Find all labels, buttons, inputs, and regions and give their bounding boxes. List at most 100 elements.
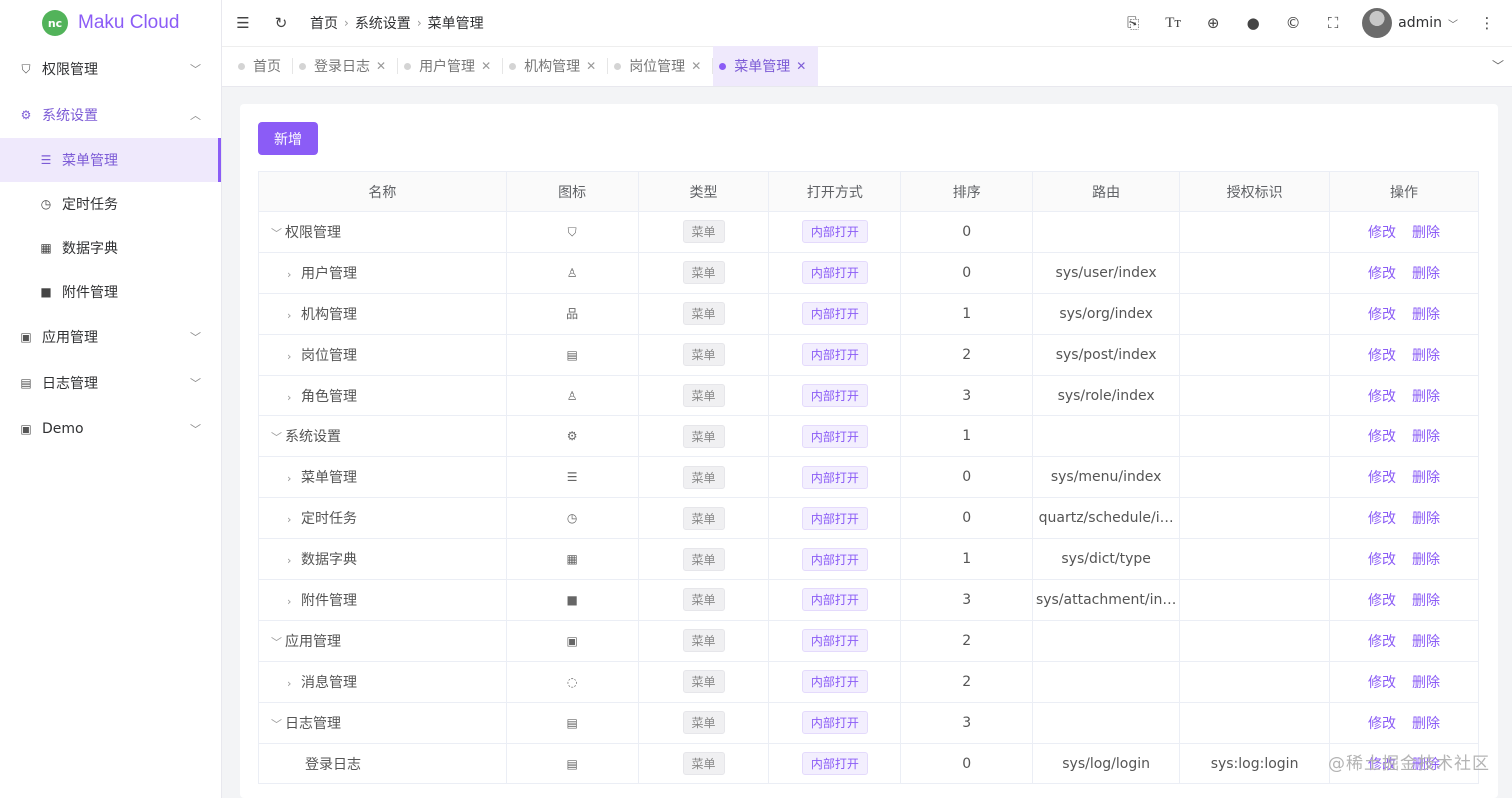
github-icon[interactable]: ● bbox=[1242, 12, 1264, 34]
sidebar-item-demo[interactable]: ▣ Demo ﹀ bbox=[0, 406, 221, 452]
tab-dot-icon bbox=[238, 62, 245, 70]
delete-link[interactable]: 删除 bbox=[1412, 429, 1440, 445]
log-icon: ▤ bbox=[566, 715, 578, 730]
delete-link[interactable]: 删除 bbox=[1412, 348, 1440, 364]
chevron-down-icon[interactable]: ﹀ bbox=[271, 716, 285, 732]
close-icon[interactable]: ✕ bbox=[691, 59, 701, 73]
edit-link[interactable]: 修改 bbox=[1368, 307, 1396, 323]
edit-link[interactable]: 修改 bbox=[1368, 593, 1396, 609]
edit-link[interactable]: 修改 bbox=[1368, 266, 1396, 282]
cell-permission bbox=[1179, 456, 1331, 499]
type-tag: 菜单 bbox=[682, 506, 725, 530]
tab-bar: 首页 登录日志 ✕ 用户管理 ✕ 机构管理 ✕ 岗位管理 ✕ 菜单管理 ✕ ﹀ bbox=[222, 46, 1512, 87]
chevron-right-icon[interactable]: › bbox=[287, 268, 301, 281]
globe-icon[interactable]: ⊕ bbox=[1202, 12, 1224, 34]
delete-link[interactable]: 删除 bbox=[1412, 470, 1440, 486]
menu-name: 应用管理 bbox=[285, 633, 341, 650]
cell-icon: ■ bbox=[505, 579, 639, 621]
open-mode-tag: 内部打开 bbox=[801, 506, 868, 530]
type-tag: 菜单 bbox=[682, 629, 725, 653]
delete-link[interactable]: 删除 bbox=[1412, 266, 1440, 282]
tab-menu-management[interactable]: 菜单管理 ✕ bbox=[712, 46, 819, 86]
edit-link[interactable]: 修改 bbox=[1368, 225, 1396, 241]
cell-icon: ▤ bbox=[505, 701, 639, 744]
copyright-icon[interactable]: © bbox=[1282, 12, 1304, 34]
chevron-right-icon[interactable]: › bbox=[287, 595, 301, 608]
breadcrumb-item[interactable]: 首页 bbox=[310, 13, 338, 33]
menu-management-panel: 新增 名称 图标 类型 打开方式 排序 路由 授权标识 操作 ﹀ 权限管理 ⛉ 菜单内… bbox=[240, 104, 1498, 798]
delete-link[interactable]: 删除 bbox=[1412, 634, 1440, 650]
sidebar-item-logs[interactable]: ▤ 日志管理 ﹀ bbox=[0, 360, 221, 406]
open-mode-tag: 内部打开 bbox=[801, 547, 868, 571]
tab-home[interactable]: 首页 bbox=[232, 46, 293, 86]
avatar bbox=[1362, 8, 1393, 38]
tab-user-management[interactable]: 用户管理 ✕ bbox=[397, 46, 503, 86]
chevron-right-icon[interactable]: › bbox=[287, 472, 301, 485]
edit-link[interactable]: 修改 bbox=[1368, 511, 1396, 527]
type-tag: 菜单 bbox=[682, 343, 725, 367]
chevron-right-icon[interactable]: › bbox=[287, 513, 301, 526]
close-icon[interactable]: ✕ bbox=[796, 59, 806, 73]
tab-org-management[interactable]: 机构管理 ✕ bbox=[502, 46, 608, 86]
cell-permission bbox=[1179, 211, 1331, 253]
chevron-right-icon[interactable]: › bbox=[287, 350, 301, 363]
tab-login-log[interactable]: 登录日志 ✕ bbox=[291, 46, 398, 86]
edit-link[interactable]: 修改 bbox=[1368, 552, 1396, 568]
edit-link[interactable]: 修改 bbox=[1368, 716, 1396, 732]
cell-icon: ▦ bbox=[505, 538, 639, 581]
close-icon[interactable]: ✕ bbox=[586, 59, 596, 73]
collapse-menu-icon[interactable]: ☰ bbox=[232, 12, 254, 34]
delete-link[interactable]: 删除 bbox=[1412, 675, 1440, 691]
translate-icon[interactable]: ⎘ bbox=[1122, 12, 1144, 34]
fullscreen-icon[interactable]: ⛶ bbox=[1322, 12, 1344, 34]
cell-open-mode: 内部打开 bbox=[768, 538, 902, 581]
chevron-right-icon[interactable]: › bbox=[287, 677, 301, 690]
edit-link[interactable]: 修改 bbox=[1368, 634, 1396, 650]
edit-link[interactable]: 修改 bbox=[1368, 470, 1396, 486]
delete-link[interactable]: 删除 bbox=[1412, 389, 1440, 405]
tab-post-management[interactable]: 岗位管理 ✕ bbox=[607, 46, 713, 86]
chevron-down-icon[interactable]: ﹀ bbox=[271, 634, 285, 650]
delete-link[interactable]: 删除 bbox=[1412, 225, 1440, 241]
refresh-icon[interactable]: ↻ bbox=[270, 12, 292, 34]
delete-link[interactable]: 删除 bbox=[1412, 307, 1440, 323]
delete-link[interactable]: 删除 bbox=[1412, 511, 1440, 527]
edit-link[interactable]: 修改 bbox=[1368, 348, 1396, 364]
sidebar-item-system-settings[interactable]: ⚙ 系统设置 ︿ bbox=[0, 92, 221, 138]
delete-link[interactable]: 删除 bbox=[1412, 593, 1440, 609]
sidebar-item-permission[interactable]: ⛉ 权限管理 ﹀ bbox=[0, 46, 221, 92]
list-icon: ☰ bbox=[566, 470, 578, 485]
sidebar-subitem-attachments[interactable]: ■ 附件管理 bbox=[0, 270, 221, 314]
delete-link[interactable]: 删除 bbox=[1412, 552, 1440, 568]
cell-sort: 0 bbox=[900, 251, 1034, 294]
delete-link[interactable]: 删除 bbox=[1412, 716, 1440, 732]
column-header: 授权标识 bbox=[1179, 171, 1331, 212]
font-size-icon[interactable]: Tт bbox=[1162, 12, 1184, 34]
breadcrumb-item[interactable]: 系统设置 bbox=[355, 13, 411, 33]
more-vertical-icon[interactable]: ⋮ bbox=[1476, 12, 1498, 34]
chevron-down-icon[interactable]: ﹀ bbox=[1492, 57, 1504, 74]
sidebar-subitem-scheduled-tasks[interactable]: ◷ 定时任务 bbox=[0, 182, 221, 226]
table-row: › 附件管理 ■ 菜单 内部打开 3 sys/attachment/in… 修改 删除 bbox=[258, 579, 1479, 621]
chevron-down-icon[interactable]: ﹀ bbox=[271, 225, 285, 241]
edit-link[interactable]: 修改 bbox=[1368, 429, 1396, 445]
chevron-right-icon[interactable]: › bbox=[287, 391, 301, 404]
menu-name: 日志管理 bbox=[285, 715, 341, 732]
cell-sort: 0 bbox=[900, 742, 1034, 785]
logo[interactable]: nc Maku Cloud bbox=[0, 0, 221, 46]
cell-sort: 1 bbox=[900, 415, 1034, 458]
user-menu[interactable]: admin ﹀ bbox=[1362, 8, 1458, 38]
close-icon[interactable]: ✕ bbox=[481, 59, 491, 73]
chevron-right-icon[interactable]: › bbox=[287, 309, 301, 322]
edit-link[interactable]: 修改 bbox=[1368, 389, 1396, 405]
cell-type: 菜单 bbox=[637, 374, 770, 417]
chevron-right-icon[interactable]: › bbox=[287, 554, 301, 567]
add-button[interactable]: 新增 bbox=[258, 122, 318, 155]
chevron-down-icon[interactable]: ﹀ bbox=[271, 429, 285, 445]
table-row: › 机构管理 品 菜单 内部打开 1 sys/org/index 修改 删除 bbox=[258, 292, 1479, 335]
sidebar-subitem-data-dictionary[interactable]: ▦ 数据字典 bbox=[0, 226, 221, 270]
sidebar-item-applications[interactable]: ▣ 应用管理 ﹀ bbox=[0, 314, 221, 360]
close-icon[interactable]: ✕ bbox=[376, 59, 386, 73]
edit-link[interactable]: 修改 bbox=[1368, 675, 1396, 691]
sidebar-subitem-menu-management[interactable]: ☰ 菜单管理 bbox=[0, 138, 221, 182]
